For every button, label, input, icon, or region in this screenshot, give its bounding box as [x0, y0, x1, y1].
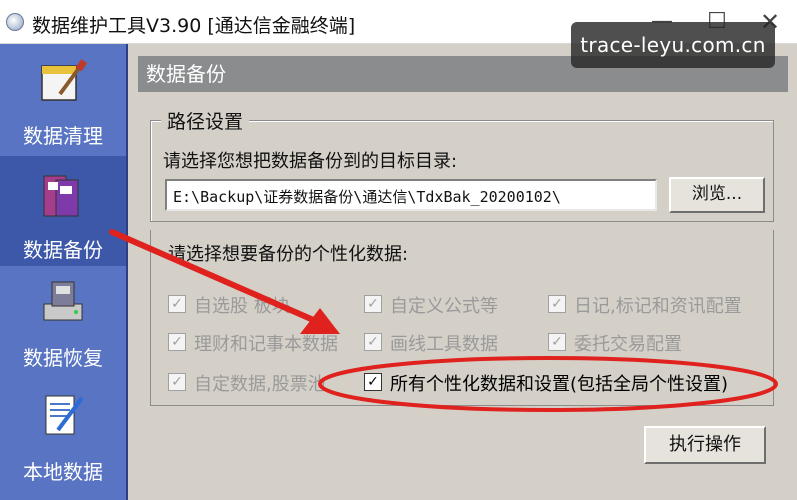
local-data-icon: [45, 395, 84, 435]
app-icon: [6, 13, 24, 31]
data-options-prompt: 请选择想要备份的个性化数据:: [168, 244, 409, 265]
sidebar-item-restore[interactable]: 数据恢复: [0, 268, 126, 378]
sidebar-item-label: 数据清理: [23, 124, 103, 148]
checkbox[interactable]: ✓: [168, 373, 186, 391]
path-settings-legend: 路径设置: [161, 107, 250, 134]
checkbox[interactable]: ✓: [168, 295, 186, 313]
execute-button[interactable]: 执行操作: [644, 426, 766, 464]
checkbox[interactable]: ✓: [364, 333, 382, 351]
sidebar-item-label: 本地数据: [23, 460, 103, 484]
sidebar-item-label: 数据恢复: [23, 346, 103, 370]
backup-panel: 数据备份 路径设置 请选择您想把数据备份到的目标目录: E:\Backup\证券…: [128, 44, 797, 500]
sidebar-item-label: 数据备份: [23, 238, 103, 262]
window-title: 数据维护工具V3.90 [通达信金融终端]: [32, 15, 356, 37]
option-label: 理财和记事本数据: [194, 334, 338, 355]
path-prompt: 请选择您想把数据备份到的目标目录:: [163, 151, 458, 172]
cleanup-icon: [41, 59, 88, 101]
restore-icon: [43, 281, 83, 321]
option-label: 自定义公式等: [390, 296, 498, 317]
option-label: 自定数据,股票池: [194, 374, 326, 395]
checkbox[interactable]: ✓: [548, 295, 566, 313]
checkbox[interactable]: ✓: [364, 373, 382, 391]
backup-icon: [43, 175, 79, 217]
sidebar-item-backup[interactable]: 数据备份: [0, 156, 126, 266]
option-label: 日记,标记和资讯配置: [574, 296, 742, 317]
option-label: 所有个性化数据和设置(包括全局个性设置): [390, 374, 729, 395]
option-label: 画线工具数据: [390, 334, 498, 355]
sidebar-item-local-data[interactable]: 本地数据: [0, 380, 126, 490]
watermark-label: trace-leyu.com.cn: [571, 22, 775, 68]
checkbox[interactable]: ✓: [548, 333, 566, 351]
checkbox[interactable]: ✓: [168, 333, 186, 351]
backup-path-field[interactable]: E:\Backup\证券数据备份\通达信\TdxBak_20200102\: [165, 179, 657, 211]
sidebar: 数据清理 数据备份 数据恢复 本地数据: [0, 44, 128, 500]
sidebar-item-cleanup[interactable]: 数据清理: [0, 44, 126, 154]
app-window: 数据维护工具V3.90 [通达信金融终端] — ☐ ✕ 数据清理 数: [0, 0, 797, 500]
browse-button[interactable]: 浏览...: [669, 177, 765, 213]
option-label: 自选股 板块: [194, 296, 290, 317]
path-settings-group: 路径设置 请选择您想把数据备份到的目标目录: E:\Backup\证券数据备份\…: [150, 107, 774, 222]
checkbox[interactable]: ✓: [364, 295, 382, 313]
option-label: 委托交易配置: [574, 334, 682, 355]
